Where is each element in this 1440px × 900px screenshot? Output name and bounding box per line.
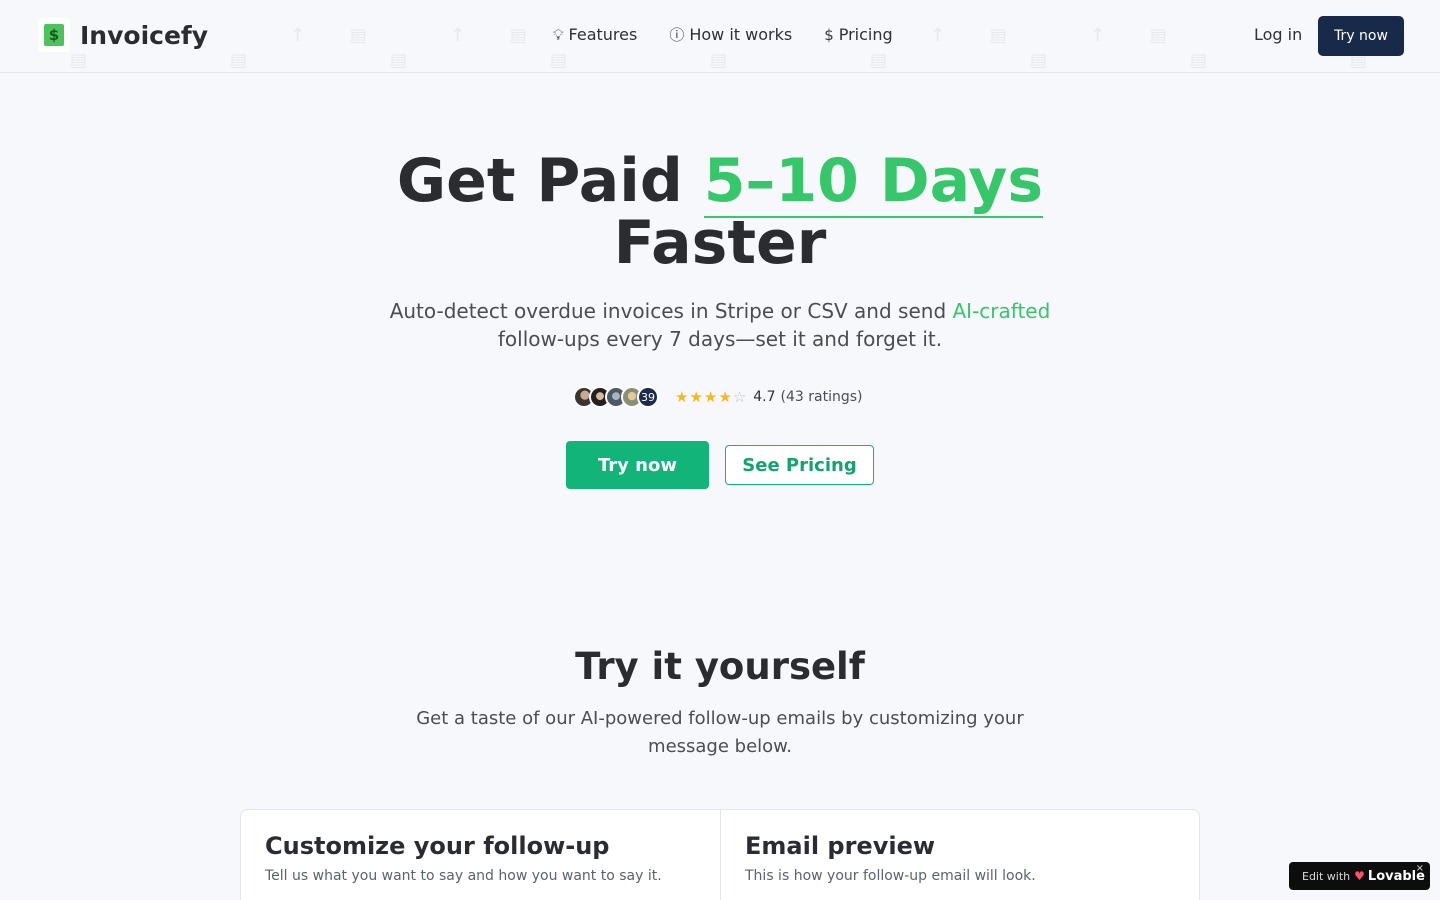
- nav-item-how-it-works[interactable]: ⓘ How it works: [669, 24, 792, 45]
- nav-item-label: Features: [568, 25, 638, 44]
- star-filled-icon: ★: [689, 388, 703, 406]
- rating-count: (43 ratings): [780, 389, 863, 405]
- site-header: $ Invoicefy 💡︎ Features ⓘ How it works $…: [0, 0, 1440, 73]
- try-now-header-button[interactable]: Try now: [1318, 16, 1404, 56]
- star-filled-icon: ★: [718, 388, 732, 406]
- hero-subtitle-suffix: follow-ups every 7 days—set it and forge…: [497, 327, 943, 351]
- star-filled-icon: ★: [675, 388, 689, 406]
- login-link[interactable]: Log in: [1254, 25, 1302, 44]
- dollar-doc-icon: $: [38, 18, 70, 52]
- star-rating: ★ ★ ★ ★ ☆: [675, 388, 747, 406]
- main-nav: 💡︎ Features ⓘ How it works $ Pricing: [553, 24, 893, 45]
- try-section-title: Try it yourself: [575, 645, 865, 688]
- hero-subtitle: Auto-detect overdue invoices in Stripe o…: [370, 297, 1070, 353]
- card-description: This is how your follow-up email will lo…: [745, 868, 1036, 884]
- card-title: Customize your follow-up: [265, 832, 610, 860]
- info-icon: ⓘ: [669, 26, 685, 44]
- star-empty-icon: ☆: [732, 388, 747, 406]
- lightbulb-icon: 💡︎: [553, 25, 564, 44]
- rating-value: 4.7: [753, 389, 776, 405]
- preview-card: Email preview This is how your follow-up…: [720, 810, 1199, 900]
- nav-item-features[interactable]: 💡︎ Features: [553, 25, 637, 44]
- brand-name: Invoicefy: [80, 20, 209, 50]
- star-filled-icon: ★: [703, 388, 718, 406]
- nav-item-pricing[interactable]: $ Pricing: [824, 25, 892, 44]
- hero-title: Get Paid 5–10 Days Faster: [0, 146, 1440, 274]
- avatar-group: 39: [573, 386, 659, 408]
- card-description: Tell us what you want to say and how you…: [265, 868, 662, 884]
- dollar-icon: $: [824, 25, 834, 44]
- card-title: Email preview: [745, 832, 936, 860]
- see-pricing-button[interactable]: See Pricing: [725, 445, 874, 485]
- hero-title-suffix: Faster: [613, 208, 827, 278]
- nav-item-label: How it works: [689, 25, 793, 44]
- avatar-count: 39: [637, 386, 659, 408]
- background-pattern: ▤ ▤ ▤ ▤ ▤ ▤ ▤ ▤ ▤ ↑ ▤ ↑ ▤ ↑ ▤ ↑ ▤: [70, 25, 1368, 71]
- hero-title-prefix: Get Paid: [396, 146, 683, 216]
- hero-subtitle-accent: AI-crafted: [952, 299, 1051, 323]
- social-proof: 39 ★ ★ ★ ★ ☆ 4.7 (43 ratings): [573, 386, 863, 408]
- try-cards: Customize your follow-up Tell us what yo…: [240, 809, 1200, 900]
- edit-with-lovable-badge[interactable]: Edit with ♥ Lovable ×: [1289, 862, 1430, 890]
- badge-prefix: Edit with: [1302, 869, 1351, 883]
- customize-card: Customize your follow-up Tell us what yo…: [241, 810, 720, 900]
- try-section-subtitle: Get a taste of our AI-powered follow-up …: [416, 708, 1024, 757]
- hero-subtitle-prefix: Auto-detect overdue invoices in Stripe o…: [389, 299, 947, 323]
- close-icon[interactable]: ×: [1416, 863, 1424, 874]
- brand[interactable]: $ Invoicefy: [38, 18, 208, 52]
- lovable-heart-icon: ♥: [1354, 869, 1365, 883]
- try-now-hero-button[interactable]: Try now: [566, 441, 709, 489]
- nav-item-label: Pricing: [838, 25, 893, 44]
